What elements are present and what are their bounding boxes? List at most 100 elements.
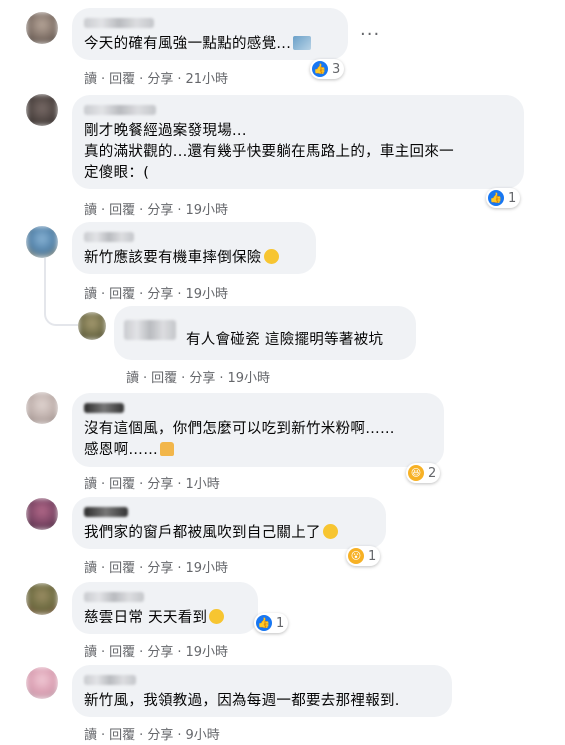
comment-actions: 讀 · 回覆 · 分享 · 19小時: [84, 641, 228, 660]
comment-bubble: 慈雲日常 天天看到: [72, 582, 258, 634]
comment-text: 新竹風，我領教過，因為每週一都要去那裡報到.: [84, 693, 400, 709]
read-link[interactable]: 讀: [126, 367, 139, 386]
like-icon: 👍: [256, 615, 272, 631]
grimacing-face-icon: [322, 524, 338, 539]
share-link[interactable]: 分享: [147, 199, 173, 218]
reply-link[interactable]: 回覆: [109, 68, 135, 87]
avatar[interactable]: [26, 583, 58, 615]
reaction-summary[interactable]: 👍 3: [310, 59, 345, 79]
folded-hands-icon: [160, 442, 174, 456]
thread-line: [44, 258, 46, 306]
share-link[interactable]: 分享: [147, 641, 173, 660]
commenter-name[interactable]: [84, 403, 124, 413]
avatar[interactable]: [26, 392, 58, 424]
separator: ·: [101, 728, 106, 743]
timestamp[interactable]: 1小時: [185, 473, 219, 492]
timestamp[interactable]: 9小時: [185, 724, 219, 743]
reply-link[interactable]: 回覆: [109, 473, 135, 492]
haha-icon: 😆: [408, 465, 424, 481]
comment-text: 我們家的窗戶都被風吹到自己關上了: [84, 523, 374, 544]
separator: ·: [177, 561, 182, 576]
comment-bubble: 剛才晚餐經過案發現場... 真的滿狀觀的...還有幾乎快要躺在馬路上的，車主回來…: [72, 95, 524, 189]
avatar[interactable]: [26, 226, 58, 258]
read-link[interactable]: 讀: [84, 199, 97, 218]
separator: ·: [181, 371, 186, 386]
read-link[interactable]: 讀: [84, 68, 97, 87]
timestamp[interactable]: 19小時: [185, 641, 228, 660]
comment-bubble: 沒有這個風，你們怎麼可以吃到新竹米粉啊…… 感恩啊……: [72, 393, 444, 467]
comment-bubble: 我們家的窗戶都被風吹到自己關上了: [72, 497, 386, 549]
read-link[interactable]: 讀: [84, 473, 97, 492]
reply-link[interactable]: 回覆: [109, 724, 135, 743]
timestamp[interactable]: 19小時: [185, 557, 228, 576]
share-link[interactable]: 分享: [147, 557, 173, 576]
read-link[interactable]: 讀: [84, 724, 97, 743]
comment-text: 新竹應該要有機車摔倒保險: [84, 248, 304, 269]
comment-text: 剛才晚餐經過案發現場... 真的滿狀觀的...還有幾乎快要躺在馬路上的，車主回來…: [84, 123, 454, 181]
comment-bubble: 新竹風，我領教過，因為每週一都要去那裡報到.: [72, 665, 452, 717]
share-link[interactable]: 分享: [147, 724, 173, 743]
separator: ·: [139, 728, 144, 743]
separator: ·: [177, 287, 182, 302]
commenter-name[interactable]: [84, 105, 156, 115]
reply-link[interactable]: 回覆: [109, 199, 135, 218]
reaction-summary[interactable]: 👍 1: [254, 613, 289, 633]
thread-connector: [44, 300, 78, 326]
separator: ·: [139, 72, 144, 87]
reply-link[interactable]: 回覆: [109, 283, 135, 302]
commenter-name[interactable]: [124, 320, 176, 340]
timestamp[interactable]: 21小時: [185, 68, 228, 87]
avatar[interactable]: [26, 12, 58, 44]
commenter-name[interactable]: [84, 675, 136, 685]
avatar[interactable]: [26, 94, 58, 126]
comment-text: 有人會碰瓷 這險擺明等著被坑: [186, 332, 384, 348]
separator: ·: [139, 645, 144, 660]
comment-text: 今天的確有風強一點點的感覺...: [84, 34, 336, 55]
comment-actions: 讀 · 回覆 · 分享 · 21小時: [84, 68, 228, 87]
separator: ·: [101, 561, 106, 576]
timestamp[interactable]: 19小時: [185, 199, 228, 218]
separator: ·: [101, 203, 106, 218]
reaction-summary[interactable]: 😮 1: [346, 546, 381, 566]
read-link[interactable]: 讀: [84, 283, 97, 302]
comment-actions: 讀 · 回覆 · 分享 · 19小時: [84, 283, 228, 302]
separator: ·: [177, 203, 182, 218]
read-link[interactable]: 讀: [84, 557, 97, 576]
commenter-name[interactable]: [84, 507, 128, 517]
share-link[interactable]: 分享: [189, 367, 215, 386]
commenter-name[interactable]: [84, 18, 154, 28]
reply-link[interactable]: 回覆: [109, 557, 135, 576]
comment-actions: 讀 · 回覆 · 分享 · 19小時: [84, 199, 228, 218]
share-link[interactable]: 分享: [147, 68, 173, 87]
comment-text: 沒有這個風，你們怎麼可以吃到新竹米粉啊…… 感恩啊……: [84, 421, 395, 458]
more-options-icon[interactable]: ···: [360, 24, 380, 45]
timestamp[interactable]: 19小時: [185, 283, 228, 302]
commenter-name[interactable]: [84, 232, 134, 242]
separator: ·: [101, 645, 106, 660]
reaction-summary[interactable]: 👍 1: [486, 188, 521, 208]
separator: ·: [139, 287, 144, 302]
reply-link[interactable]: 回覆: [109, 641, 135, 660]
separator: ·: [139, 477, 144, 492]
commenter-name[interactable]: [84, 592, 144, 602]
like-icon: 👍: [488, 190, 504, 206]
comment-actions: 讀 · 回覆 · 分享 · 19小時: [84, 557, 228, 576]
avatar[interactable]: [26, 667, 58, 699]
separator: ·: [101, 477, 106, 492]
avatar[interactable]: [78, 312, 106, 340]
timestamp[interactable]: 19小時: [227, 367, 270, 386]
comment-bubble: 有人會碰瓷 這險擺明等著被坑: [114, 306, 416, 360]
reaction-summary[interactable]: 😆 2: [406, 463, 441, 483]
avatar[interactable]: [26, 498, 58, 530]
separator: ·: [177, 645, 182, 660]
separator: ·: [101, 287, 106, 302]
comment-actions: 讀 · 回覆 · 分享 · 1小時: [84, 473, 220, 492]
comment-actions: 讀 · 回覆 · 分享 · 19小時: [126, 367, 270, 386]
separator: ·: [143, 371, 148, 386]
share-link[interactable]: 分享: [147, 283, 173, 302]
like-icon: 👍: [312, 61, 328, 77]
reply-link[interactable]: 回覆: [151, 367, 177, 386]
read-link[interactable]: 讀: [84, 641, 97, 660]
share-link[interactable]: 分享: [147, 473, 173, 492]
separator: ·: [101, 72, 106, 87]
